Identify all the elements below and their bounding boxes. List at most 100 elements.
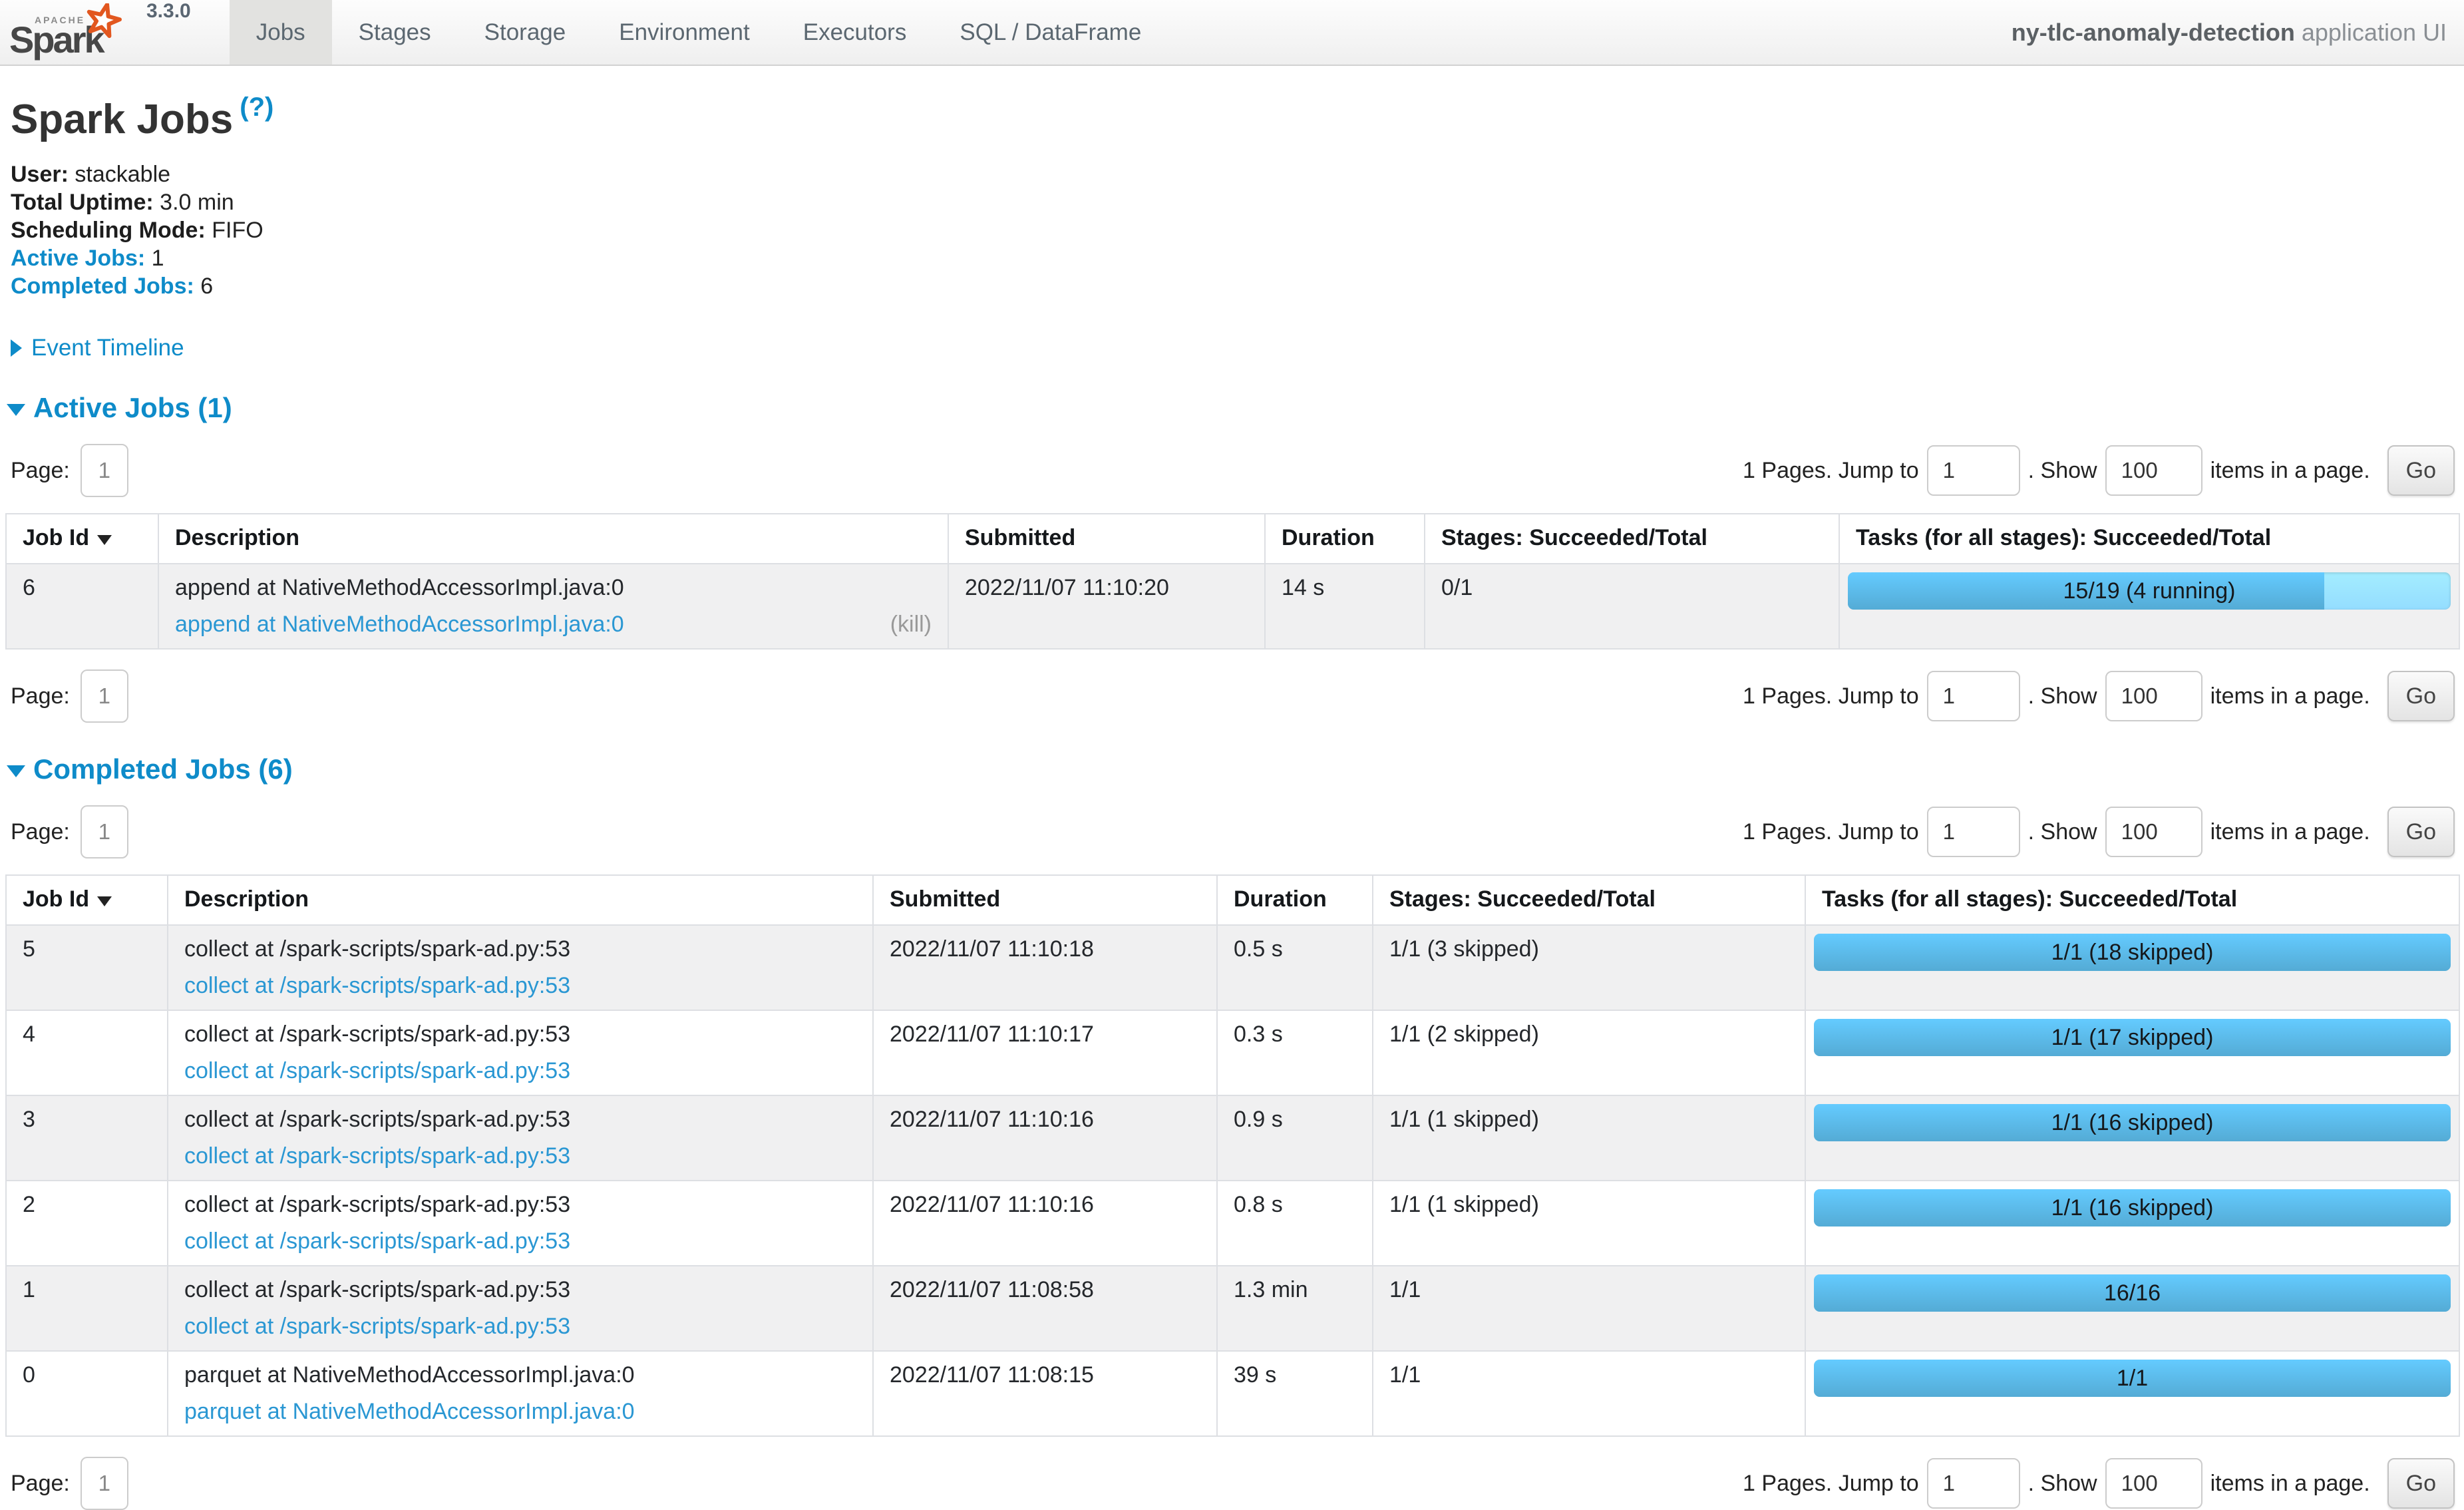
table-header-row: Job Id Description Submitted Duration St… [6,514,2459,564]
completed-jobs-section-heading[interactable]: Completed Jobs (6) [7,753,2464,785]
job-detail-link[interactable]: collect at /spark-scripts/spark-ad.py:53 [184,1143,570,1169]
job-id-cell: 1 [6,1266,168,1351]
pager-controls: 1 Pages. Jump to . Show items in a page.… [1735,807,2455,857]
items-per-page-input[interactable] [2105,445,2202,496]
table-row: 2 collect at /spark-scripts/spark-ad.py:… [6,1181,2459,1266]
description-cell: collect at /spark-scripts/spark-ad.py:53… [168,1095,873,1181]
page-number-input[interactable] [81,669,128,723]
job-detail-link[interactable]: collect at /spark-scripts/spark-ad.py:53 [184,1314,570,1340]
tab-jobs[interactable]: Jobs [230,0,332,65]
tab-storage[interactable]: Storage [458,0,593,65]
spark-version: 3.3.0 [144,0,198,65]
tab-executors[interactable]: Executors [777,0,934,65]
spark-logo[interactable]: APACHE Spark [0,0,144,65]
col-job-id-label: Job Id [23,525,89,550]
duration-cell: 0.9 s [1217,1095,1373,1181]
go-button[interactable]: Go [2387,445,2455,496]
progress-label: 16/16 [1814,1274,2451,1312]
page-title: Spark Jobs(?) [11,93,2464,143]
summary-completed-jobs: Completed Jobs: 6 [11,272,2464,300]
col-job-id[interactable]: Job Id [6,514,158,564]
active-jobs-pagination-bottom: Page: 1 Pages. Jump to . Show items in a… [11,669,2455,723]
job-description-text: append at NativeMethodAccessorImpl.java:… [175,575,932,601]
col-stages[interactable]: Stages: Succeeded/Total [1425,514,1839,564]
job-id-cell: 5 [6,925,168,1010]
table-row: 6 append at NativeMethodAccessorImpl.jav… [6,564,2459,649]
items-text: items in a page. [2210,1471,2370,1497]
kill-job-link[interactable]: (kill) [890,612,932,638]
event-timeline-label: Event Timeline [31,335,184,361]
job-description-text: parquet at NativeMethodAccessorImpl.java… [184,1362,856,1388]
submitted-cell: 2022/11/07 11:10:16 [873,1181,1217,1266]
active-jobs-section-heading[interactable]: Active Jobs (1) [7,392,2464,424]
help-link[interactable]: (?) [240,93,273,122]
col-description[interactable]: Description [168,875,873,925]
items-text: items in a page. [2210,683,2370,709]
page-label: Page: [11,683,70,709]
col-duration[interactable]: Duration [1265,514,1425,564]
tasks-progress-bar: 1/1 (16 skipped) [1814,1189,2451,1227]
jump-to-input[interactable] [1927,671,2020,721]
tab-sql-dataframe[interactable]: SQL / DataFrame [933,0,1168,65]
chevron-right-icon [11,339,22,357]
summary-uptime-value: 3.0 min [160,190,234,215]
go-button[interactable]: Go [2387,1458,2455,1509]
pages-jump-text: 1 Pages. Jump to [1743,458,1919,484]
items-per-page-input[interactable] [2105,1458,2202,1509]
progress-label: 15/19 (4 running) [1848,572,2451,610]
page-number-input[interactable] [81,805,128,858]
tab-environment[interactable]: Environment [592,0,776,65]
event-timeline-toggle[interactable]: Event Timeline [11,335,2464,361]
job-detail-link[interactable]: collect at /spark-scripts/spark-ad.py:53 [184,1058,570,1084]
page-number-input[interactable] [81,444,128,497]
jump-to-input[interactable] [1927,1458,2020,1509]
col-submitted[interactable]: Submitted [873,875,1217,925]
tab-stages[interactable]: Stages [332,0,458,65]
show-text: . Show [2028,683,2097,709]
job-description-text: collect at /spark-scripts/spark-ad.py:53 [184,1022,856,1047]
col-job-id[interactable]: Job Id [6,875,168,925]
job-id-cell: 6 [6,564,158,649]
table-row: 5 collect at /spark-scripts/spark-ad.py:… [6,925,2459,1010]
col-description[interactable]: Description [158,514,948,564]
table-row: 0 parquet at NativeMethodAccessorImpl.ja… [6,1351,2459,1436]
items-per-page-input[interactable] [2105,671,2202,721]
job-detail-link[interactable]: collect at /spark-scripts/spark-ad.py:53 [184,1228,570,1254]
page-label: Page: [11,458,70,484]
pages-jump-text: 1 Pages. Jump to [1743,819,1919,845]
tasks-cell: 1/1 (16 skipped) [1805,1095,2459,1181]
active-jobs-link[interactable]: Active Jobs: [11,246,145,271]
application-name: ny-tlc-anomaly-detection application UI [2012,0,2464,65]
page-number-input[interactable] [81,1457,128,1510]
summary-completed-value: 6 [200,274,213,299]
items-text: items in a page. [2210,819,2370,845]
go-button[interactable]: Go [2387,807,2455,857]
jump-to-input[interactable] [1927,807,2020,857]
description-cell: append at NativeMethodAccessorImpl.java:… [158,564,948,649]
table-row: 1 collect at /spark-scripts/spark-ad.py:… [6,1266,2459,1351]
go-button[interactable]: Go [2387,671,2455,721]
col-stages[interactable]: Stages: Succeeded/Total [1373,875,1805,925]
summary-scheduling-mode: Scheduling Mode: FIFO [11,216,2464,244]
col-submitted[interactable]: Submitted [948,514,1265,564]
summary-user: User: stackable [11,160,2464,188]
col-tasks[interactable]: Tasks (for all stages): Succeeded/Total [1839,514,2459,564]
col-duration[interactable]: Duration [1217,875,1373,925]
job-detail-link[interactable]: append at NativeMethodAccessorImpl.java:… [175,612,624,638]
stages-cell: 1/1 (2 skipped) [1373,1010,1805,1095]
duration-cell: 14 s [1265,564,1425,649]
job-id-cell: 0 [6,1351,168,1436]
duration-cell: 39 s [1217,1351,1373,1436]
job-id-cell: 2 [6,1181,168,1266]
job-detail-link[interactable]: parquet at NativeMethodAccessorImpl.java… [184,1399,635,1425]
description-cell: collect at /spark-scripts/spark-ad.py:53… [168,1181,873,1266]
page-label: Page: [11,1471,70,1497]
jump-to-input[interactable] [1927,445,2020,496]
tasks-progress-bar: 1/1 (18 skipped) [1814,934,2451,971]
items-per-page-input[interactable] [2105,807,2202,857]
tasks-cell: 1/1 [1805,1351,2459,1436]
job-detail-link[interactable]: collect at /spark-scripts/spark-ad.py:53 [184,973,570,999]
completed-jobs-link[interactable]: Completed Jobs: [11,274,194,299]
col-tasks[interactable]: Tasks (for all stages): Succeeded/Total [1805,875,2459,925]
description-cell: collect at /spark-scripts/spark-ad.py:53… [168,925,873,1010]
